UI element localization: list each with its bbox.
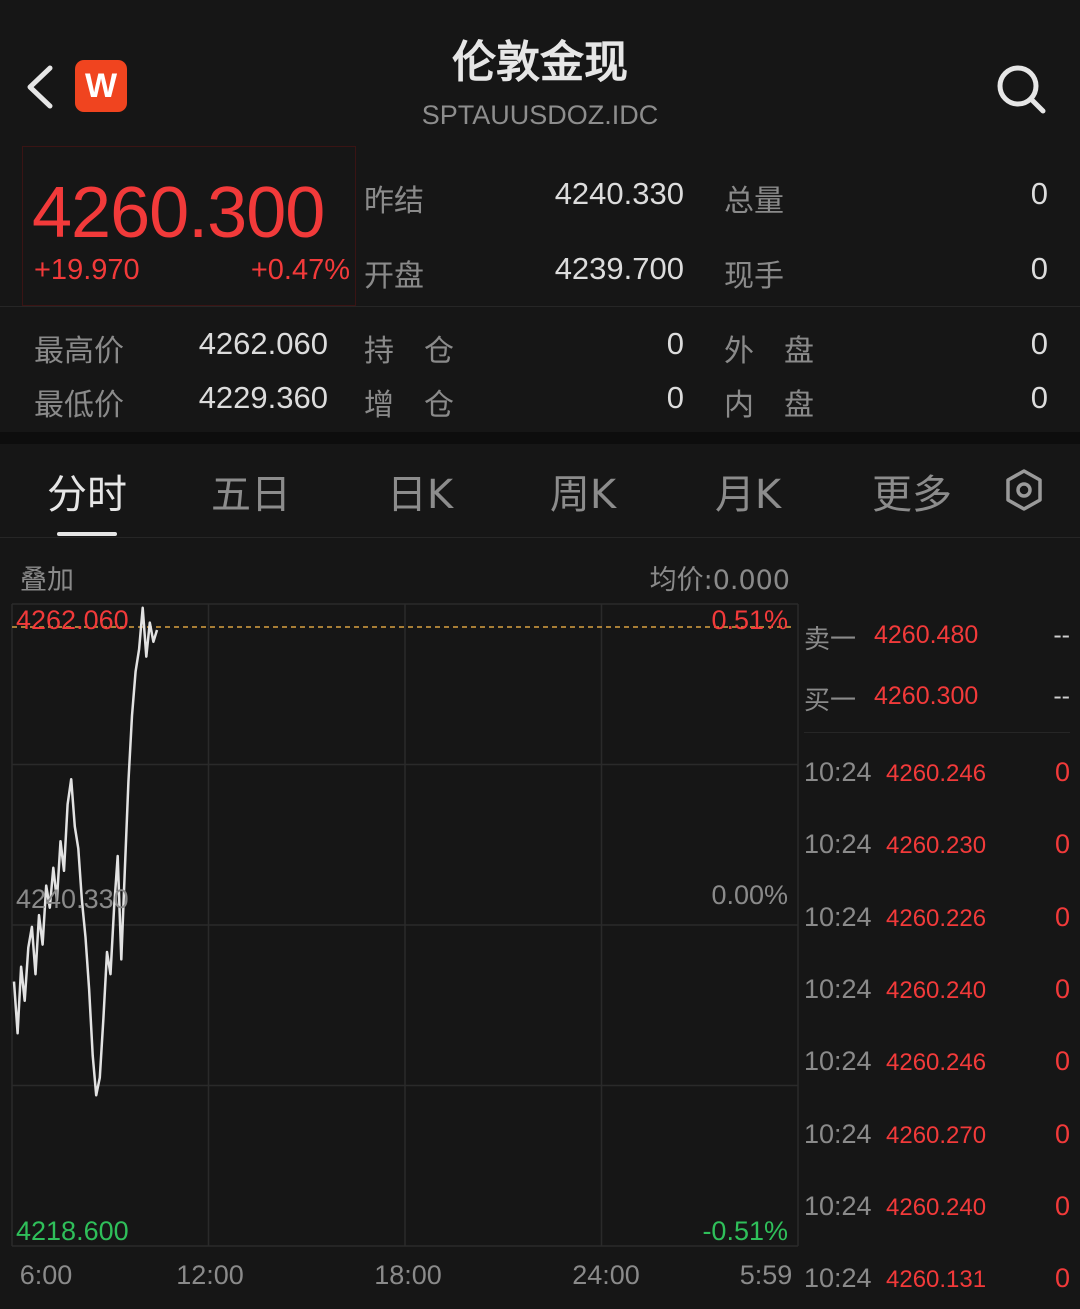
tick-volume: 0 bbox=[1054, 757, 1070, 787]
tab-daily-k[interactable]: 日K bbox=[350, 462, 490, 520]
stat-label-high: 最高价 bbox=[34, 334, 124, 369]
x-axis-tick-label: 12:00 bbox=[176, 1260, 244, 1290]
x-axis-labels: 6:00 12:00 18:00 24:00 5:59 bbox=[20, 1260, 793, 1290]
price-series-line bbox=[12, 606, 159, 1097]
tick-price: 4260.270 bbox=[886, 1121, 987, 1149]
bid-volume: -- bbox=[1053, 682, 1070, 710]
stat-value-open: 4239.700 bbox=[554, 251, 684, 286]
stat-label-open: 开盘 bbox=[364, 259, 424, 294]
tick-time: 10:24 bbox=[804, 1046, 872, 1077]
stat-value-high: 4262.060 bbox=[198, 326, 328, 361]
pct-bottom-label: -0.51% bbox=[702, 1216, 788, 1246]
tick-time: 10:24 bbox=[804, 757, 872, 787]
divider bbox=[804, 732, 1070, 733]
top-bar: W 伦敦金现 SPTAUUSDOZ.IDC bbox=[0, 0, 1080, 140]
stat-label-oi-change: 增 仓 bbox=[364, 388, 454, 423]
tick-price: 4260.240 bbox=[886, 976, 987, 1004]
tab-intraday[interactable]: 分时 bbox=[17, 462, 157, 520]
tick-volume: 0 bbox=[1054, 1190, 1070, 1221]
tick-volume: 0 bbox=[1054, 901, 1070, 932]
settings-hexagon-icon[interactable] bbox=[1002, 468, 1046, 512]
stat-value-oi-change: 0 bbox=[666, 380, 684, 415]
stat-label-open-interest: 持 仓 bbox=[364, 334, 454, 369]
tab-weekly-k[interactable]: 周K bbox=[513, 462, 653, 520]
page-title: 伦敦金现 bbox=[452, 37, 628, 88]
tick-price: 4260.246 bbox=[886, 760, 987, 787]
tick-time: 10:24 bbox=[804, 1118, 872, 1149]
tick-price: 4260.230 bbox=[886, 832, 987, 860]
divider bbox=[0, 537, 1080, 538]
stat-value-inner-disc: 0 bbox=[1030, 380, 1048, 415]
tick-time: 10:24 bbox=[804, 1263, 872, 1294]
section-divider bbox=[0, 432, 1080, 444]
price-change: +19.970 bbox=[34, 254, 140, 286]
x-axis-tick-label: 6:00 bbox=[20, 1260, 73, 1290]
tick-time: 10:24 bbox=[804, 973, 872, 1004]
search-icon[interactable] bbox=[994, 62, 1048, 116]
divider bbox=[0, 306, 1080, 307]
ask-label: 卖一 bbox=[804, 625, 857, 655]
tick-price: 4260.131 bbox=[886, 1266, 987, 1294]
last-price: 4260.300 bbox=[32, 173, 325, 253]
tick-time: 10:24 bbox=[804, 829, 872, 860]
stat-value-low: 4229.360 bbox=[198, 380, 328, 415]
price-change-percent: +0.47% bbox=[250, 254, 350, 286]
tick-price: 4260.246 bbox=[886, 1049, 987, 1077]
stat-value-prev-settle: 4240.330 bbox=[554, 176, 684, 211]
tick-price: 4260.226 bbox=[886, 904, 987, 932]
stat-label-low: 最低价 bbox=[34, 388, 124, 423]
bid-price: 4260.300 bbox=[874, 682, 979, 710]
tab-more[interactable]: 更多 bbox=[842, 462, 982, 520]
stat-label-prev-settle: 昨结 bbox=[364, 184, 424, 219]
tick-volume: 0 bbox=[1054, 1263, 1070, 1294]
pct-mid-label: 0.00% bbox=[711, 880, 788, 910]
stat-label-total-volume: 总量 bbox=[724, 184, 784, 219]
x-axis-tick-label: 5:59 bbox=[740, 1260, 793, 1290]
pct-top-label: 0.51% bbox=[711, 605, 788, 635]
tick-time: 10:24 bbox=[804, 1190, 872, 1221]
stat-value-total-volume: 0 bbox=[1030, 176, 1048, 211]
tick-volume: 0 bbox=[1054, 1118, 1070, 1149]
tick-time: 10:24 bbox=[804, 901, 872, 932]
stat-label-inner-disc: 内 盘 bbox=[724, 388, 814, 423]
stat-value-current-lot: 0 bbox=[1030, 251, 1048, 286]
y-axis-mid-label: 4240.330 bbox=[16, 884, 129, 914]
tick-price: 4260.240 bbox=[886, 1193, 987, 1221]
stat-value-outer-disc: 0 bbox=[1030, 326, 1048, 361]
intraday-chart[interactable]: 4262.060 4240.330 4218.600 0.51% 0.00% -… bbox=[0, 590, 800, 1309]
stat-value-open-interest: 0 bbox=[666, 326, 684, 361]
bid-label: 买一 bbox=[804, 686, 857, 716]
ask-volume: -- bbox=[1053, 621, 1070, 649]
x-axis-tick-label: 18:00 bbox=[374, 1260, 442, 1290]
instrument-code: SPTAUUSDOZ.IDC bbox=[421, 100, 659, 130]
tab-five-day[interactable]: 五日 bbox=[181, 462, 321, 520]
tick-volume: 0 bbox=[1054, 829, 1070, 860]
y-axis-bottom-label: 4218.600 bbox=[16, 1216, 129, 1246]
tick-volume: 0 bbox=[1054, 1046, 1070, 1077]
tab-monthly-k[interactable]: 月K bbox=[678, 462, 818, 520]
chart-grid bbox=[11, 603, 799, 1247]
tick-volume: 0 bbox=[1054, 973, 1070, 1004]
ask-price: 4260.480 bbox=[874, 621, 979, 649]
stat-label-outer-disc: 外 盘 bbox=[724, 334, 814, 369]
y-axis-top-label: 4262.060 bbox=[16, 605, 129, 635]
stat-label-current-lot: 现手 bbox=[724, 259, 784, 294]
x-axis-tick-label: 24:00 bbox=[572, 1260, 640, 1290]
active-tab-indicator bbox=[57, 532, 117, 536]
